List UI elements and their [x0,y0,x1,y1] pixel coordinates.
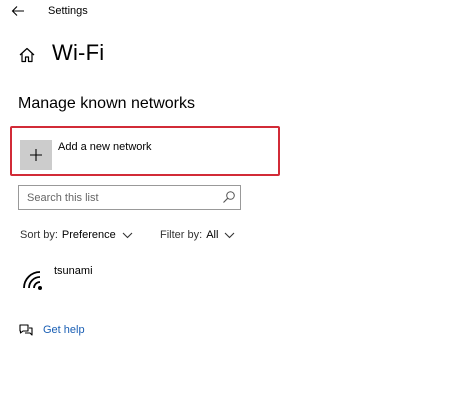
get-help-link[interactable]: Get help [18,322,85,338]
list-item-network[interactable]: tsunami [18,262,258,296]
title-bar: Settings [0,0,461,24]
get-help-label: Get help [43,324,85,336]
add-network-label: Add a new network [58,141,152,153]
window-title: Settings [48,5,88,17]
search-list-box [18,185,241,210]
filter-by-label: Filter by: [160,229,203,241]
back-button[interactable] [8,3,28,19]
chevron-down-icon [122,232,133,238]
filter-by-value: All [206,229,219,241]
search-input[interactable] [19,186,214,209]
sort-by-dropdown[interactable]: Sort by: Preference [20,229,133,241]
search-icon[interactable] [222,190,236,204]
page-title: Wi-Fi [52,40,105,65]
chevron-down-icon [225,232,235,238]
sort-by-label: Sort by: [20,229,58,241]
section-title: Manage known networks [18,95,195,112]
plus-icon-tile [20,140,52,170]
network-name: tsunami [54,265,93,277]
plus-icon [30,149,42,161]
help-chat-icon [19,324,33,336]
filter-by-dropdown[interactable]: Filter by: All [160,229,235,241]
sort-by-value: Preference [61,229,116,241]
wifi-icon [23,271,42,290]
arrow-left-icon [11,6,24,16]
home-icon [19,47,35,63]
add-network-button[interactable]: Add a new network [10,126,280,176]
